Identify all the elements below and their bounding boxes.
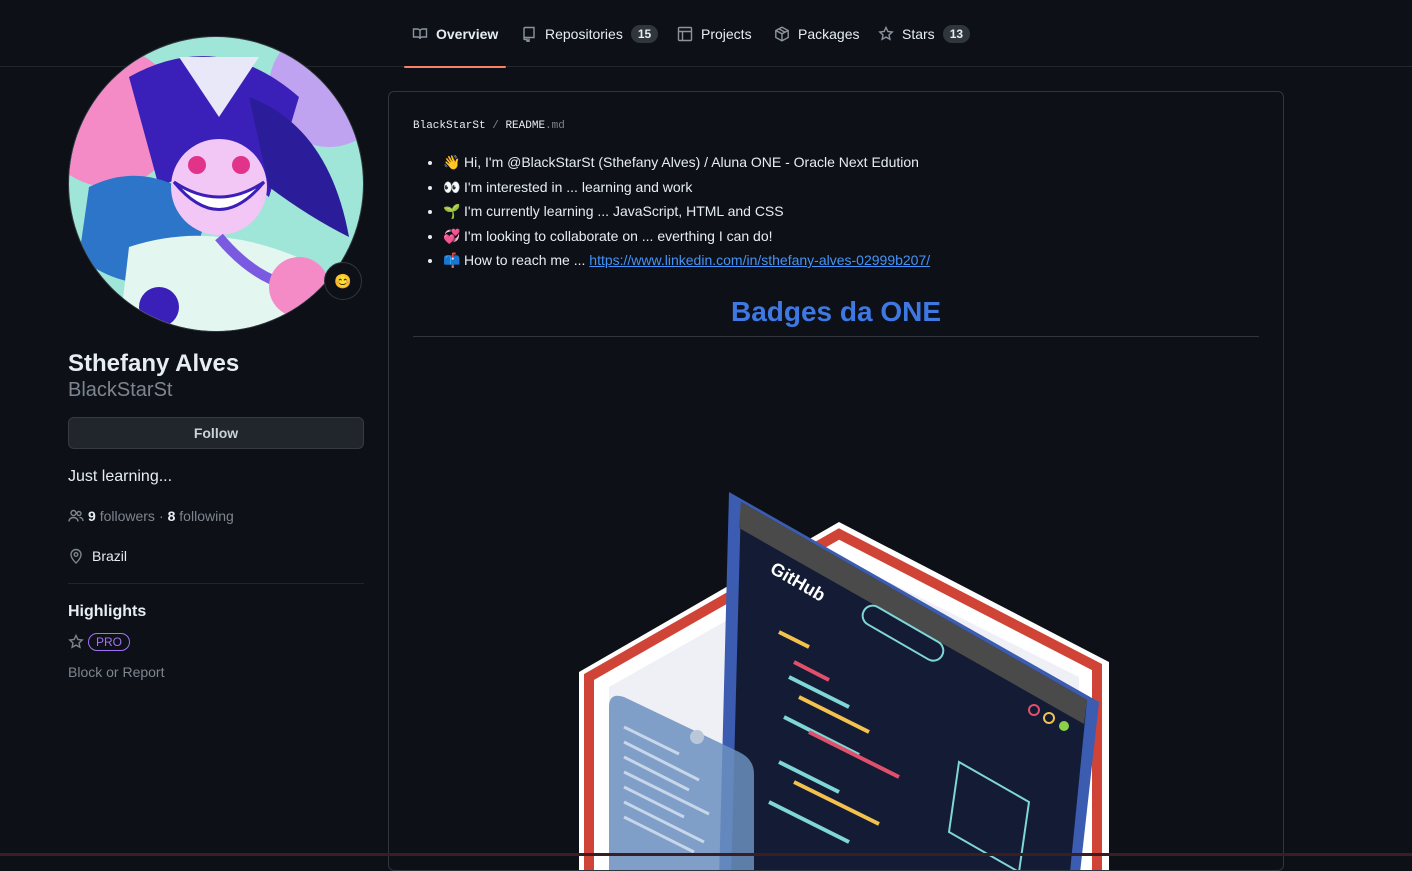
repo-icon [521,26,537,42]
wave-emoji-icon: 👋 [443,152,459,172]
list-item: 🌱 I'm currently learning ... JavaScript, … [443,201,930,226]
readme-file-ext: .md [545,120,565,132]
heading-divider [413,336,1259,337]
sidebar-divider [68,583,364,584]
star-icon [878,26,894,42]
list-item-text: I'm currently learning ... JavaScript, H… [464,203,784,219]
list-item-text: I'm interested in ... learning and work [464,179,692,195]
readme-intro-list: 👋 Hi, I'm @BlackStarSt (Sthefany Alves) /… [425,152,930,275]
tab-stars[interactable]: Stars 13 [878,0,970,67]
repositories-counter: 15 [631,25,658,43]
follow-button[interactable]: Follow [68,417,364,449]
package-icon [774,26,790,42]
tab-label: Repositories [545,26,623,42]
profile-login: BlackStarSt [68,379,172,402]
location-icon [68,548,84,564]
people-icon [68,508,84,524]
tab-overview[interactable]: Overview [412,0,498,67]
seedling-emoji-icon: 🌱 [443,201,459,221]
hearts-emoji-icon: 💞️ [443,226,459,246]
breadcrumb-separator: / [492,120,499,132]
follow-stats: 9 followers · 8 following [68,508,234,524]
list-item-text: I'm looking to collaborate on ... everth… [464,228,773,244]
following-label: following [179,508,233,524]
profile-sidebar [68,36,364,332]
tab-packages[interactable]: Packages [774,0,859,67]
block-or-report-link[interactable]: Block or Report [68,664,164,680]
list-item-text: Hi, I'm @BlackStarSt (Sthefany Alves) / … [464,154,919,170]
followers-label: followers [100,508,155,524]
list-item: 👀 I'm interested in ... learning and work [443,177,930,202]
eyes-emoji-icon: 👀 [443,177,459,197]
book-icon [412,26,428,42]
profile-location: Brazil [68,548,127,564]
tab-label: Stars [902,26,935,42]
list-item: 👋 Hi, I'm @BlackStarSt (Sthefany Alves) /… [443,152,930,177]
list-item: 📫 How to reach me ... https://www.linkedi… [443,250,930,275]
location-text: Brazil [92,548,127,564]
tab-label: Overview [436,26,498,42]
tab-label: Projects [701,26,752,42]
status-emoji-button[interactable]: 😊 [324,262,362,300]
readme-breadcrumb: BlackStarSt / README.md [413,120,565,132]
stats-separator: · [159,508,164,524]
github-badge-image: GitHub [569,462,1129,871]
pro-badge: PRO [88,633,130,651]
readme-card: BlackStarSt / README.md 👋 Hi, I'm @BlackS… [388,91,1284,871]
profile-name: Sthefany Alves [68,350,239,378]
table-icon [677,26,693,42]
followers-link[interactable]: 9 followers [88,508,155,524]
list-item: 💞️ I'm looking to collaborate on ... ever… [443,226,930,251]
profile-bio: Just learning... [68,468,172,486]
star-icon [68,634,84,650]
stars-counter: 13 [943,25,970,43]
linkedin-link[interactable]: https://www.linkedin.com/in/sthefany-alv… [589,252,930,268]
tab-label: Packages [798,26,859,42]
readme-owner-link[interactable]: BlackStarSt [413,120,486,132]
following-count: 8 [168,508,176,524]
tab-projects[interactable]: Projects [677,0,752,67]
list-item-text: How to reach me ... [464,252,589,268]
avatar[interactable] [68,36,364,332]
highlights-title: Highlights [68,603,146,621]
following-link[interactable]: 8 following [168,508,234,524]
tab-repositories[interactable]: Repositories 15 [521,0,658,67]
readme-file-link[interactable]: README.md [505,120,564,132]
badges-heading: Badges da ONE [413,296,1259,328]
mailbox-emoji-icon: 📫 [443,250,459,270]
highlights-row: PRO [68,633,130,651]
readme-file-name: README [505,120,545,132]
followers-count: 9 [88,508,96,524]
